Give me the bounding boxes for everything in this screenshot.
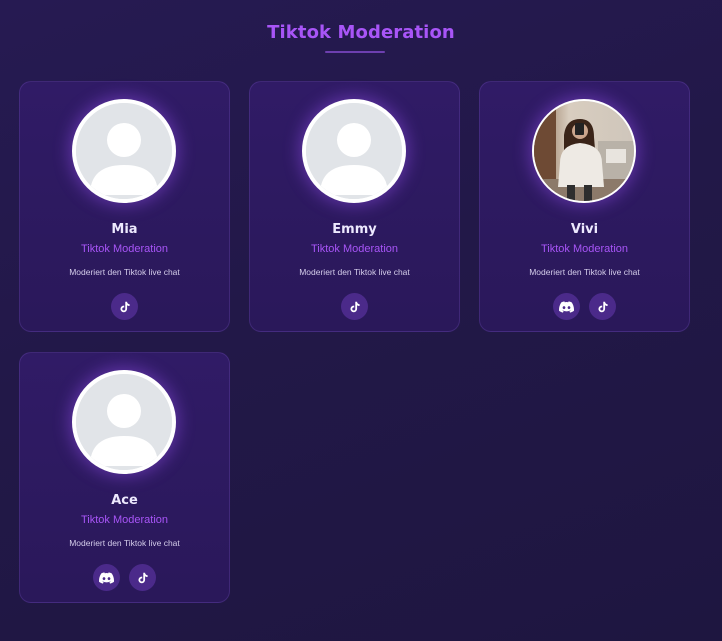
member-role: Tiktok Moderation — [310, 243, 399, 255]
team-card-ace: Ace Tiktok Moderation Moderiert den Tikt… — [19, 352, 230, 603]
title-underline — [325, 51, 385, 53]
member-name: Ace — [111, 493, 138, 508]
tiktok-link[interactable] — [129, 564, 156, 591]
discord-link[interactable] — [93, 564, 120, 591]
tiktok-icon — [119, 301, 130, 312]
photo-avatar-image — [534, 101, 634, 201]
tiktok-icon — [597, 301, 608, 312]
member-name: Vivi — [570, 222, 599, 237]
member-description: Moderiert den Tiktok live chat — [529, 267, 640, 277]
member-description: Moderiert den Tiktok live chat — [299, 267, 410, 277]
tiktok-icon — [137, 572, 148, 583]
member-role: Tiktok Moderation — [80, 514, 169, 526]
team-card-emmy: Emmy Tiktok Moderation Moderiert den Tik… — [249, 81, 460, 332]
avatar — [72, 370, 176, 474]
discord-icon — [99, 571, 114, 584]
avatar — [72, 99, 176, 203]
tiktok-icon — [349, 301, 360, 312]
default-avatar-icon — [306, 103, 402, 199]
social-links — [20, 564, 229, 591]
tiktok-link[interactable] — [111, 293, 138, 320]
social-links — [20, 293, 229, 320]
tiktok-link[interactable] — [589, 293, 616, 320]
default-avatar-icon — [76, 103, 172, 199]
avatar-photo — [532, 99, 636, 203]
social-links — [250, 293, 459, 320]
social-links — [480, 293, 689, 320]
page-title: Tiktok Moderation — [267, 22, 455, 43]
team-card-mia: Mia Tiktok Moderation Moderiert den Tikt… — [19, 81, 230, 332]
member-description: Moderiert den Tiktok live chat — [69, 267, 180, 277]
team-card-vivi: Vivi Tiktok Moderation Moderiert den Tik… — [479, 81, 690, 332]
member-role: Tiktok Moderation — [540, 243, 629, 255]
member-role: Tiktok Moderation — [80, 243, 169, 255]
tiktok-link[interactable] — [341, 293, 368, 320]
member-description: Moderiert den Tiktok live chat — [69, 538, 180, 548]
discord-icon — [559, 300, 574, 313]
avatar — [302, 99, 406, 203]
member-name: Mia — [111, 222, 138, 237]
default-avatar-icon — [76, 374, 172, 470]
member-name: Emmy — [332, 222, 377, 237]
discord-link[interactable] — [553, 293, 580, 320]
